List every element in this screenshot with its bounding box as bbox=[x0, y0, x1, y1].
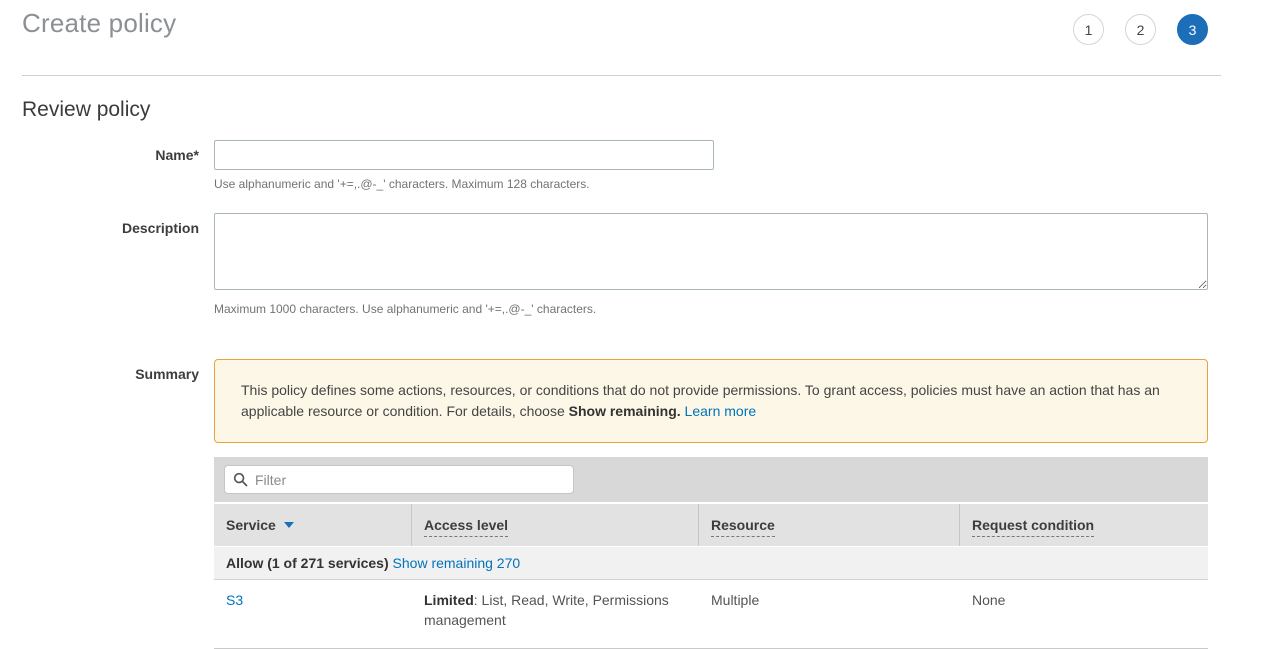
resource-cell: Multiple bbox=[699, 580, 960, 648]
request-condition-cell: None bbox=[960, 580, 1208, 648]
step-indicator: 1 2 3 bbox=[1073, 8, 1208, 45]
summary-label: Summary bbox=[22, 359, 214, 649]
access-level-cell: Limited: List, Read, Write, Permissions … bbox=[412, 580, 699, 648]
service-s3-link[interactable]: S3 bbox=[226, 592, 243, 608]
name-row: Name* Use alphanumeric and '+=,.@-_' cha… bbox=[22, 140, 1208, 208]
table-header-row: Service Access level Resource Request co… bbox=[214, 504, 1208, 546]
column-header-access-level[interactable]: Access level bbox=[412, 504, 699, 546]
description-row: Description Maximum 1000 characters. Use… bbox=[22, 213, 1208, 333]
sort-descending-icon bbox=[284, 522, 294, 528]
column-header-service[interactable]: Service bbox=[214, 504, 412, 546]
step-2[interactable]: 2 bbox=[1125, 14, 1156, 45]
search-icon bbox=[233, 472, 248, 487]
table-row-s3: S3 Limited: List, Read, Write, Permissio… bbox=[214, 580, 1208, 649]
policy-name-input[interactable] bbox=[214, 140, 714, 170]
filter-input[interactable] bbox=[255, 472, 565, 488]
step-1[interactable]: 1 bbox=[1073, 14, 1104, 45]
page-header: Create policy 1 2 3 bbox=[22, 0, 1208, 45]
name-help-text: Use alphanumeric and '+=,.@-_' character… bbox=[214, 177, 1208, 191]
allow-group-row: Allow (1 of 271 services) Show remaining… bbox=[214, 546, 1208, 580]
review-policy-form: Name* Use alphanumeric and '+=,.@-_' cha… bbox=[22, 140, 1208, 649]
header-divider bbox=[22, 75, 1221, 76]
description-help-text: Maximum 1000 characters. Use alphanumeri… bbox=[214, 302, 1208, 316]
column-header-request-condition[interactable]: Request condition bbox=[960, 504, 1208, 546]
summary-row: Summary This policy defines some actions… bbox=[22, 359, 1208, 649]
policy-summary-table: Service Access level Resource Request co… bbox=[214, 457, 1208, 649]
step-3-active[interactable]: 3 bbox=[1177, 14, 1208, 45]
learn-more-link[interactable]: Learn more bbox=[685, 403, 757, 419]
filter-box[interactable] bbox=[224, 465, 574, 494]
name-label: Name* bbox=[22, 140, 214, 208]
page-title: Create policy bbox=[22, 8, 176, 39]
permissions-warning-banner: This policy defines some actions, resour… bbox=[214, 359, 1208, 443]
allow-group-label: Allow (1 of 271 services) bbox=[226, 555, 389, 571]
create-policy-page: Create policy 1 2 3 Review policy Name* … bbox=[0, 0, 1265, 649]
description-label: Description bbox=[22, 213, 214, 333]
policy-description-textarea[interactable] bbox=[214, 213, 1208, 290]
table-toolbar bbox=[214, 457, 1208, 504]
warning-bold-text: Show remaining. bbox=[569, 403, 681, 419]
section-heading: Review policy bbox=[22, 98, 1208, 122]
show-remaining-link[interactable]: Show remaining 270 bbox=[393, 555, 521, 571]
column-header-resource[interactable]: Resource bbox=[699, 504, 960, 546]
